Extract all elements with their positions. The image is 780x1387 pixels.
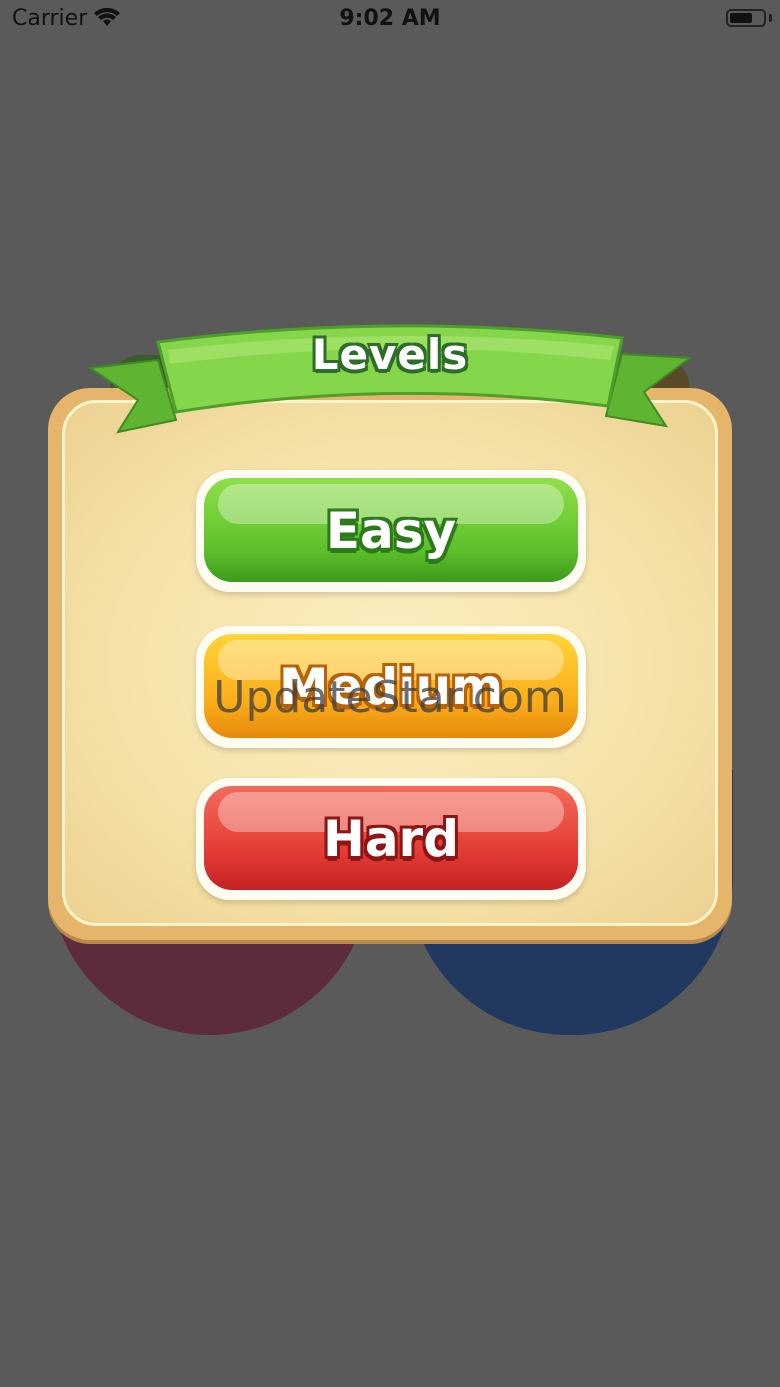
easy-button-label: Easy <box>325 502 457 560</box>
clock: 9:02 AM <box>339 6 441 31</box>
hard-button[interactable]: Hard <box>196 778 586 900</box>
watermark: UpdateStar.com <box>213 672 567 723</box>
easy-button[interactable]: Easy <box>196 470 586 592</box>
hard-button-label: Hard <box>322 810 460 868</box>
status-bar: Carrier 9:02 AM <box>0 0 780 40</box>
battery-tip <box>769 14 772 22</box>
battery-icon <box>726 9 766 27</box>
levels-title: Levels <box>311 330 469 379</box>
